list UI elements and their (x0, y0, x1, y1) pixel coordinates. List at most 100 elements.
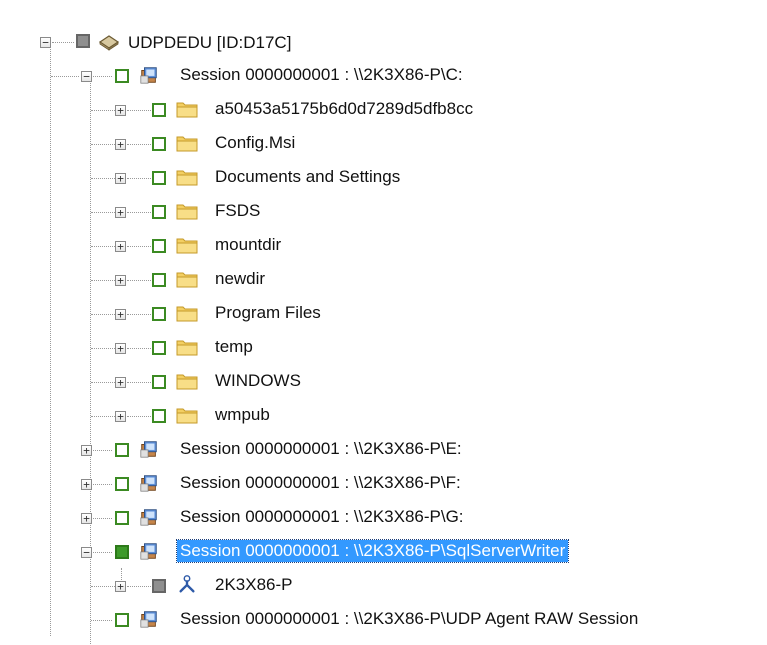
tree-connector (127, 348, 151, 349)
folder-label: Program Files (215, 303, 321, 322)
expand-toggle[interactable]: + (115, 309, 126, 320)
folder-icon (176, 102, 198, 118)
tree-connector (93, 76, 112, 77)
checkbox[interactable] (152, 205, 166, 219)
session-icon (140, 509, 157, 526)
checkbox[interactable] (115, 545, 129, 559)
expand-toggle[interactable]: + (115, 377, 126, 388)
folder-label: Documents and Settings (215, 167, 401, 186)
tree-connector (91, 178, 115, 179)
session-label: Session 0000000001 : \\2K3X86-P\E: (180, 439, 462, 458)
tree-row-session-f[interactable]: + Session 0000000001 : \\2K3X86-P\F: (0, 466, 767, 500)
folder-icon (176, 238, 198, 254)
tree-row-session-c[interactable]: − Session 0000000001 : \\2K3X86-P\C: (0, 58, 767, 92)
checkbox[interactable] (152, 375, 166, 389)
session-label: Session 0000000001 : \\2K3X86-P\G: (180, 507, 464, 526)
folder-icon (176, 170, 198, 186)
tree-connector (93, 552, 112, 553)
tree-row-folder[interactable]: + newdir (0, 262, 767, 296)
expand-toggle[interactable]: + (81, 445, 92, 456)
tree-row-folder[interactable]: + Program Files (0, 296, 767, 330)
folder-label: WINDOWS (215, 371, 301, 390)
tree-row-folder[interactable]: + mountdir (0, 228, 767, 262)
expand-toggle[interactable]: + (115, 581, 126, 592)
tree-connector (93, 450, 112, 451)
expand-toggle[interactable]: + (115, 139, 126, 150)
expand-toggle[interactable]: + (81, 513, 92, 524)
expand-toggle[interactable]: + (115, 173, 126, 184)
folder-icon (176, 136, 198, 152)
tree-row-folder[interactable]: + a50453a5175b6d0d7289d5dfb8cc (0, 92, 767, 126)
tree-connector (91, 246, 115, 247)
folder-label: a50453a5175b6d0d7289d5dfb8cc (215, 99, 474, 118)
session-tree: − UDPDEDU [ID:D17C] − Session 0000000001… (0, 0, 767, 645)
expand-toggle[interactable]: + (115, 105, 126, 116)
checkbox[interactable] (152, 579, 166, 593)
tree-row-folder[interactable]: + wmpub (0, 398, 767, 432)
collapse-toggle[interactable]: − (81, 71, 92, 82)
tree-row-root[interactable]: − UDPDEDU [ID:D17C] (0, 24, 767, 58)
checkbox[interactable] (152, 409, 166, 423)
tree-connector (91, 110, 115, 111)
tree-row-folder[interactable]: + WINDOWS (0, 364, 767, 398)
checkbox[interactable] (115, 477, 129, 491)
tree-row-session-e[interactable]: + Session 0000000001 : \\2K3X86-P\E: (0, 432, 767, 466)
tree-connector (127, 178, 151, 179)
folder-icon (176, 204, 198, 220)
checkbox[interactable] (115, 613, 129, 627)
tree-row-sql-server[interactable]: + 2K3X86-P (0, 568, 767, 602)
checkbox[interactable] (76, 34, 90, 48)
folder-icon (176, 340, 198, 356)
session-icon (140, 67, 157, 84)
checkbox[interactable] (152, 171, 166, 185)
session-icon (140, 441, 157, 458)
expand-toggle[interactable]: + (115, 411, 126, 422)
node-label: UDPDEDU [ID:D17C] (128, 33, 292, 52)
folder-label: temp (215, 337, 253, 356)
checkbox[interactable] (115, 69, 129, 83)
expand-toggle[interactable]: + (81, 479, 92, 490)
folder-icon (176, 306, 198, 322)
tree-row-session-g[interactable]: + Session 0000000001 : \\2K3X86-P\G: (0, 500, 767, 534)
tree-connector (127, 382, 151, 383)
tree-row-session-raw[interactable]: Session 0000000001 : \\2K3X86-P\UDP Agen… (0, 602, 767, 636)
collapse-toggle[interactable]: − (40, 37, 51, 48)
tree-connector (91, 416, 115, 417)
tree-connector (91, 212, 115, 213)
tree-row-folder[interactable]: + Config.Msi (0, 126, 767, 160)
tree-connector (127, 416, 151, 417)
checkbox[interactable] (152, 273, 166, 287)
checkbox[interactable] (115, 511, 129, 525)
tree-connector (127, 212, 151, 213)
collapse-toggle[interactable]: − (81, 547, 92, 558)
tree-row-folder[interactable]: + temp (0, 330, 767, 364)
folder-label: newdir (215, 269, 266, 288)
expand-toggle[interactable]: + (115, 275, 126, 286)
checkbox[interactable] (152, 307, 166, 321)
expand-toggle[interactable]: + (115, 207, 126, 218)
checkbox[interactable] (152, 103, 166, 117)
tree-connector (51, 76, 79, 77)
tree-row-session-sql[interactable]: − Session 0000000001 : \\2K3X86-P\SqlSer… (0, 534, 767, 568)
node-disk-icon (98, 35, 120, 51)
checkbox[interactable] (115, 443, 129, 457)
folder-icon (176, 374, 198, 390)
folder-label: FSDS (215, 201, 261, 220)
checkbox[interactable] (152, 341, 166, 355)
tree-connector (127, 586, 151, 587)
session-label-selected: Session 0000000001 : \\2K3X86-P\SqlServe… (175, 539, 570, 563)
checkbox[interactable] (152, 239, 166, 253)
tree-row-folder[interactable]: + Documents and Settings (0, 160, 767, 194)
tree-connector (91, 382, 115, 383)
folder-label: wmpub (215, 405, 270, 424)
tree-connector (91, 620, 112, 621)
session-label: Session 0000000001 : \\2K3X86-P\C: (180, 65, 463, 84)
tree-row-folder[interactable]: + FSDS (0, 194, 767, 228)
checkbox[interactable] (152, 137, 166, 151)
expand-toggle[interactable]: + (115, 343, 126, 354)
expand-toggle[interactable]: + (115, 241, 126, 252)
folder-icon (176, 272, 198, 288)
tree-connector (52, 42, 74, 43)
session-icon (140, 475, 157, 492)
tree-connector (127, 280, 151, 281)
